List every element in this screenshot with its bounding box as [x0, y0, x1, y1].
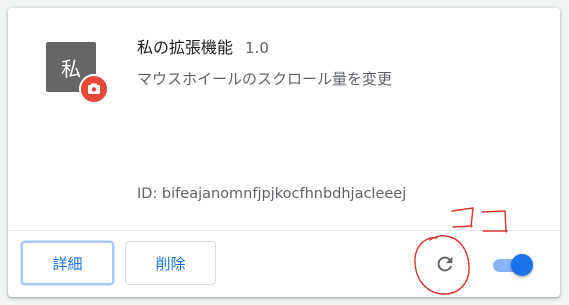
extension-id: ID: bifeajanomnfjpjkocfhnbdhjacleeej [137, 186, 407, 202]
extension-version: 1.0 [245, 39, 269, 57]
remove-button[interactable]: 削除 [125, 241, 216, 285]
enable-toggle[interactable] [491, 254, 533, 276]
extension-icon-char: 私 [61, 56, 81, 81]
policy-badge-icon [79, 74, 109, 104]
badge-glyph-icon [88, 83, 100, 94]
title-row: 私の拡張機能 1.0 [137, 34, 269, 58]
reload-icon [437, 256, 453, 272]
extension-name: 私の拡張機能 [137, 38, 234, 57]
card-divider [8, 230, 560, 231]
toggle-knob [511, 254, 533, 276]
extension-description: マウスホイールのスクロール量を変更 [137, 70, 393, 88]
reload-button[interactable] [433, 252, 457, 276]
extension-card: 私 私の拡張機能 1.0 マウスホイールのスクロール量を変更 ID: bifea… [8, 8, 560, 297]
details-button[interactable]: 詳細 [21, 241, 114, 285]
